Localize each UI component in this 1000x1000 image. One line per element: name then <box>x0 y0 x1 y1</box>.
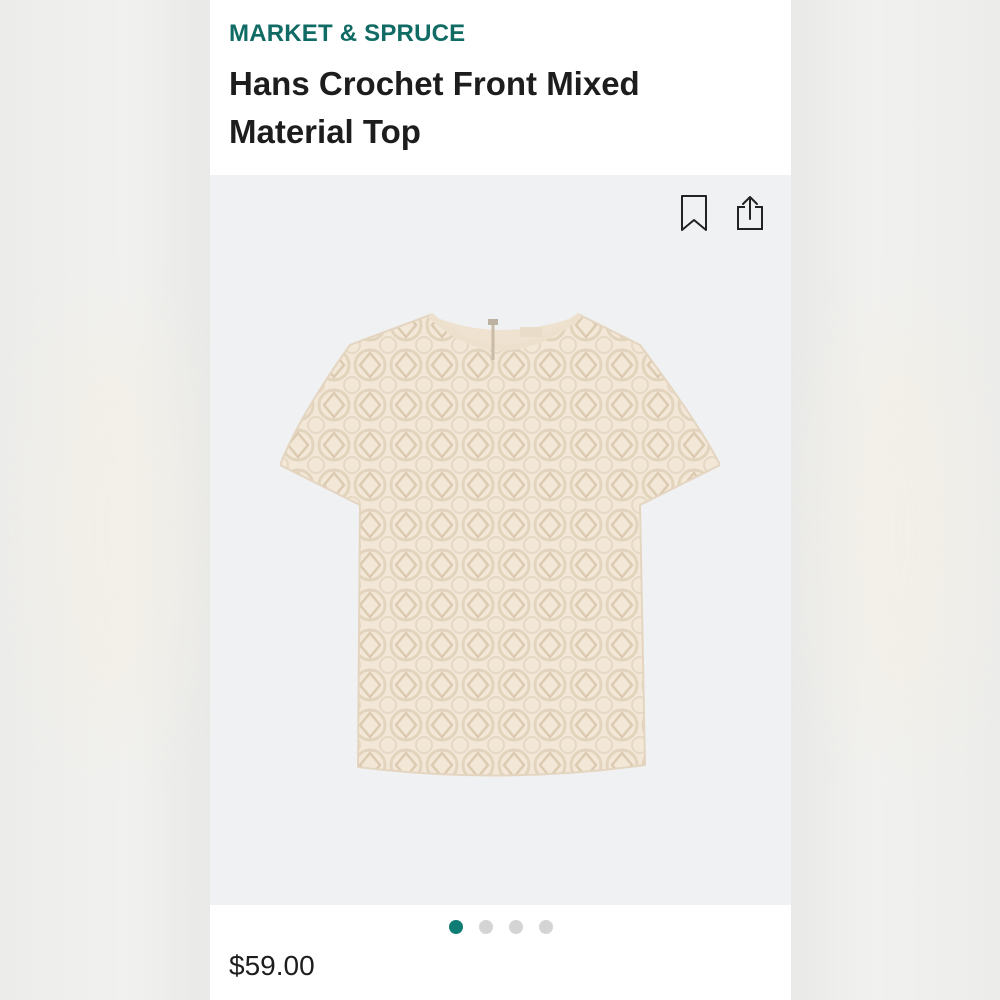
bookmark-button[interactable] <box>676 193 712 233</box>
product-image-carousel[interactable] <box>210 175 791 905</box>
blurred-background-right <box>790 0 1000 1000</box>
bookmark-icon <box>681 195 707 231</box>
product-detail-screen: MARKET & SPRUCE Hans Crochet Front Mixed… <box>210 0 791 1000</box>
share-button[interactable] <box>732 193 768 233</box>
carousel-dot[interactable] <box>538 920 553 934</box>
carousel-indicator <box>210 912 791 942</box>
carousel-dot[interactable] <box>478 920 493 934</box>
carousel-dot[interactable] <box>508 920 523 934</box>
tshirt-image <box>278 312 722 777</box>
product-price: $59.00 <box>229 950 315 981</box>
product-photo <box>278 305 722 785</box>
carousel-dot[interactable] <box>448 920 463 934</box>
product-title: Hans Crochet Front Mixed Material Top <box>229 65 640 150</box>
brand-name[interactable]: MARKET & SPRUCE <box>229 20 465 48</box>
blurred-background-left <box>0 0 210 1000</box>
share-icon <box>737 196 763 230</box>
